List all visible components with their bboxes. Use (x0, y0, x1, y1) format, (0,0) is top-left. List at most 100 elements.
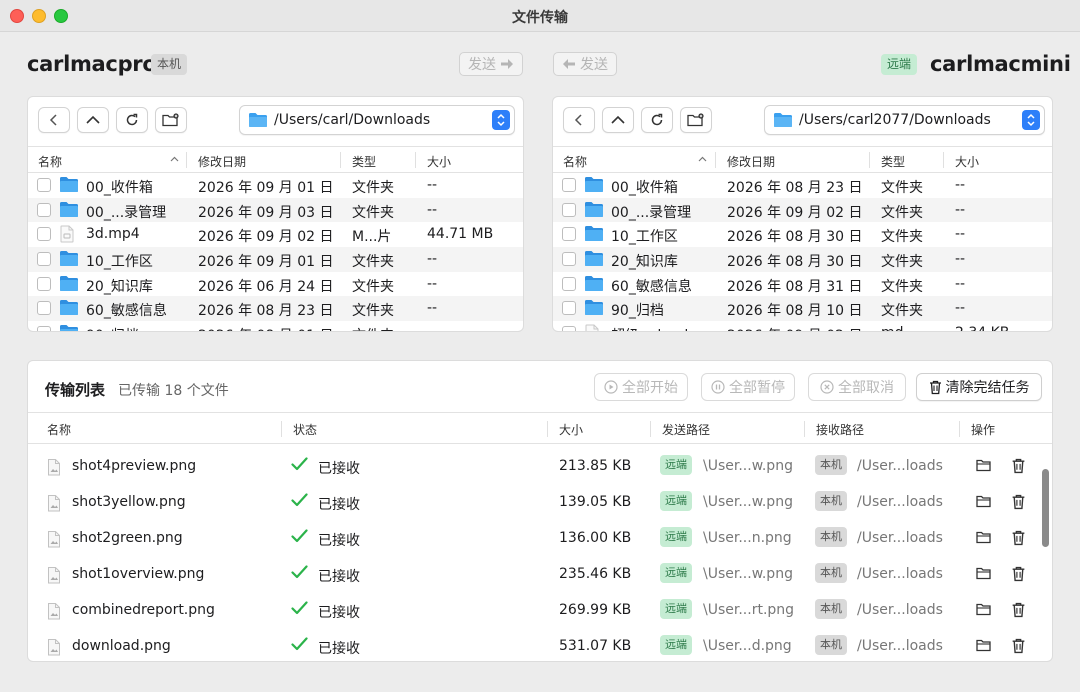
title-bar: 文件传输 (0, 0, 1080, 32)
send-to-remote-button[interactable]: 发送 (459, 52, 523, 76)
pause-all-button[interactable]: 全部暂停 (701, 373, 795, 401)
open-folder-button[interactable] (976, 602, 992, 620)
transfer-size: 139.05 KB (559, 494, 632, 510)
row-checkbox[interactable] (562, 301, 576, 316)
local-col-type[interactable]: 类型 (352, 153, 376, 170)
remote-col-name[interactable]: 名称 (563, 153, 587, 170)
transfer-scrollbar[interactable] (1042, 469, 1049, 547)
file-size: 44.71 MB (427, 226, 494, 243)
transfer-col-send-path[interactable]: 发送路径 (662, 421, 710, 438)
open-folder-button[interactable] (976, 638, 992, 656)
open-folder-button[interactable] (976, 566, 992, 584)
remote-refresh-button[interactable] (641, 107, 673, 133)
local-file-row[interactable]: 10_工作区 2026 年 09 月 01 日 文件夹 -- (28, 247, 523, 272)
remote-file-row[interactable]: 60_敏感信息 2026 年 08 月 31 日 文件夹 -- (553, 272, 1052, 297)
file-date: 2026 年 09 月 01 日 (198, 180, 334, 196)
local-refresh-button[interactable] (116, 107, 148, 133)
file-date: 2026 年 08 月 01 日 (198, 325, 334, 331)
row-checkbox[interactable] (562, 252, 576, 267)
recv-path: /User...loads (857, 458, 943, 474)
file-type: 文件夹 (881, 204, 923, 221)
remote-up-button[interactable] (602, 107, 634, 133)
clear-finished-button[interactable]: 清除完结任务 (916, 373, 1042, 401)
cancel-all-button[interactable]: 全部取消 (808, 373, 906, 401)
row-checkbox[interactable] (562, 276, 576, 291)
remote-file-row[interactable]: 00_...录管理 2026 年 09 月 02 日 文件夹 -- (553, 197, 1052, 223)
row-checkbox[interactable] (562, 326, 576, 331)
open-folder-button[interactable] (976, 494, 992, 512)
transfer-size: 269.99 KB (559, 602, 632, 618)
remote-file-row[interactable]: 00_收件箱 2026 年 08 月 23 日 文件夹 -- (553, 173, 1052, 198)
local-new-folder-button[interactable] (155, 107, 187, 133)
transfer-col-size[interactable]: 大小 (559, 421, 583, 438)
recv-host-tag: 本机 (815, 527, 847, 547)
file-date: 2026 年 09 月 03 日 (198, 204, 334, 221)
local-col-size[interactable]: 大小 (427, 153, 451, 170)
transfer-col-status[interactable]: 状态 (293, 421, 317, 438)
transfer-file-name: shot4preview.png (72, 458, 197, 474)
row-checkbox[interactable] (562, 178, 576, 192)
file-size: -- (955, 300, 966, 317)
delete-button[interactable] (1011, 638, 1026, 658)
file-date: 2026 年 09 月 02 日 (198, 229, 334, 246)
row-checkbox[interactable] (37, 202, 51, 217)
open-folder-button[interactable] (976, 530, 992, 548)
start-all-button[interactable]: 全部开始 (594, 373, 688, 401)
file-date: 2026 年 08 月 30 日 (727, 254, 863, 271)
folder-icon (585, 251, 603, 267)
remote-file-row[interactable]: 20_知识库 2026 年 08 月 30 日 文件夹 -- (553, 247, 1052, 272)
row-checkbox[interactable] (562, 202, 576, 217)
remote-file-row[interactable]: 90_归档 2026 年 08 月 10 日 文件夹 -- (553, 296, 1052, 322)
row-checkbox[interactable] (37, 276, 51, 291)
file-type: 文件夹 (881, 229, 923, 246)
send-to-local-label: 发送 (580, 57, 608, 73)
row-checkbox[interactable] (562, 227, 576, 242)
row-checkbox[interactable] (37, 301, 51, 316)
remote-file-row[interactable]: 10_工作区 2026 年 08 月 30 日 文件夹 -- (553, 222, 1052, 247)
image-file-icon (48, 567, 60, 584)
remote-path-select[interactable]: /Users/carl2077/Downloads (764, 105, 1045, 135)
local-up-button[interactable] (77, 107, 109, 133)
row-checkbox[interactable] (37, 178, 51, 192)
local-col-name[interactable]: 名称 (38, 153, 62, 170)
remote-col-size[interactable]: 大小 (955, 153, 979, 170)
local-file-row[interactable]: 20_知识库 2026 年 06 月 24 日 文件夹 -- (28, 272, 523, 297)
send-to-local-button[interactable]: 发送 (553, 52, 617, 76)
window-title: 文件传输 (512, 10, 568, 26)
local-back-button[interactable] (38, 107, 70, 133)
delete-button[interactable] (1011, 494, 1026, 514)
delete-button[interactable] (1011, 458, 1026, 478)
trash-icon (1012, 494, 1025, 510)
chevron-up-icon (86, 115, 100, 124)
delete-button[interactable] (1011, 530, 1026, 550)
remote-col-date[interactable]: 修改日期 (727, 153, 775, 170)
file-size: -- (427, 275, 438, 292)
local-file-row[interactable]: 3d.mp4 2026 年 09 月 02 日 M...片 44.71 MB (28, 222, 523, 247)
row-checkbox[interactable] (37, 252, 51, 267)
remote-host-name: carlmacmini (930, 52, 1071, 76)
row-checkbox[interactable] (37, 326, 51, 331)
remote-path-text: /Users/carl2077/Downloads (799, 112, 991, 128)
transfer-col-recv-path[interactable]: 接收路径 (816, 421, 864, 438)
row-checkbox[interactable] (37, 227, 51, 242)
remote-file-row[interactable]: 超级...d.md 2026 年 09 月 02 日 md 2.34 KB (553, 321, 1052, 331)
remote-col-type[interactable]: 类型 (881, 153, 905, 170)
delete-button[interactable] (1011, 566, 1026, 586)
local-file-row[interactable]: 90_归档 2026 年 08 月 01 日 文件夹 -- (28, 321, 523, 331)
file-name: 10_工作区 (611, 229, 678, 246)
local-path-select[interactable]: /Users/carl/Downloads (239, 105, 515, 135)
remote-new-folder-button[interactable] (680, 107, 712, 133)
arrow-right-icon (501, 59, 513, 69)
transfer-row: shot2green.png 已接收 136.00 KB 远端 \User...n.pn… (28, 521, 1052, 557)
file-name: 20_知识库 (611, 254, 678, 271)
local-file-row[interactable]: 60_敏感信息 2026 年 08 月 23 日 文件夹 -- (28, 296, 523, 322)
local-file-row[interactable]: 00_...录管理 2026 年 09 月 03 日 文件夹 -- (28, 197, 523, 223)
local-file-row[interactable]: 00_收件箱 2026 年 09 月 01 日 文件夹 -- (28, 173, 523, 198)
delete-button[interactable] (1011, 602, 1026, 622)
open-folder-icon (976, 459, 991, 472)
open-folder-button[interactable] (976, 458, 992, 476)
transfer-col-name[interactable]: 名称 (47, 421, 71, 438)
file-date: 2026 年 08 月 31 日 (727, 278, 863, 295)
remote-back-button[interactable] (563, 107, 595, 133)
local-col-date[interactable]: 修改日期 (198, 153, 246, 170)
